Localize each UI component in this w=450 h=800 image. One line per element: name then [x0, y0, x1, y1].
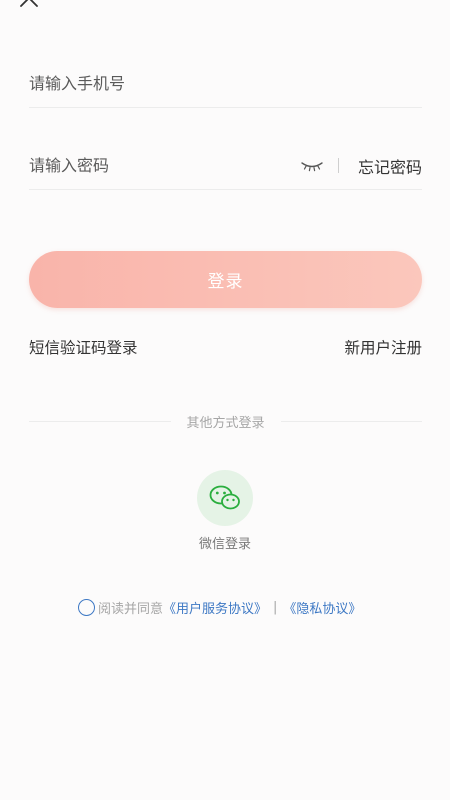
other-login-divider: 其他方式登录 — [29, 411, 423, 431]
wechat-login-label: 微信登录 — [198, 537, 251, 552]
agree-radio-icon[interactable] — [78, 598, 95, 616]
close-icon — [20, 0, 38, 7]
password-visibility-toggle[interactable] — [300, 158, 324, 174]
wechat-login-button[interactable]: 微信登录 — [185, 470, 265, 552]
divider-line-right — [280, 420, 423, 422]
phone-field — [29, 60, 422, 108]
login-button[interactable]: 登录 — [29, 251, 422, 308]
divider-line-left — [29, 420, 171, 422]
eye-closed-icon — [301, 161, 323, 171]
other-login-title: 其他方式登录 — [186, 415, 265, 431]
password-input[interactable] — [29, 156, 300, 175]
phone-input[interactable] — [29, 74, 422, 93]
privacy-policy-link[interactable]: 《隐私协议》 — [283, 598, 361, 617]
secondary-links: 短信验证码登录 新用户注册 — [29, 336, 422, 358]
wechat-icon — [209, 485, 240, 510]
password-field: 忘记密码 — [29, 142, 422, 190]
agreement-prefix: 阅读并同意 — [98, 601, 164, 617]
agreement-row: 阅读并同意 《用户服务协议》 | 《隐私协议》 — [78, 597, 361, 617]
field-divider — [337, 158, 339, 173]
register-link[interactable]: 新用户注册 — [344, 336, 422, 358]
agreement-separator: | — [273, 599, 278, 615]
user-agreement-link[interactable]: 《用户服务协议》 — [163, 598, 267, 617]
sms-login-link[interactable]: 短信验证码登录 — [29, 336, 138, 358]
forgot-password-link[interactable]: 忘记密码 — [358, 154, 422, 178]
login-screen: 忘记密码 登录 短信验证码登录 新用户注册 其他方式登录 微信登录 阅读并同意 … — [0, 0, 450, 800]
close-button[interactable] — [14, 0, 44, 12]
wechat-icon-circle — [197, 470, 253, 526]
